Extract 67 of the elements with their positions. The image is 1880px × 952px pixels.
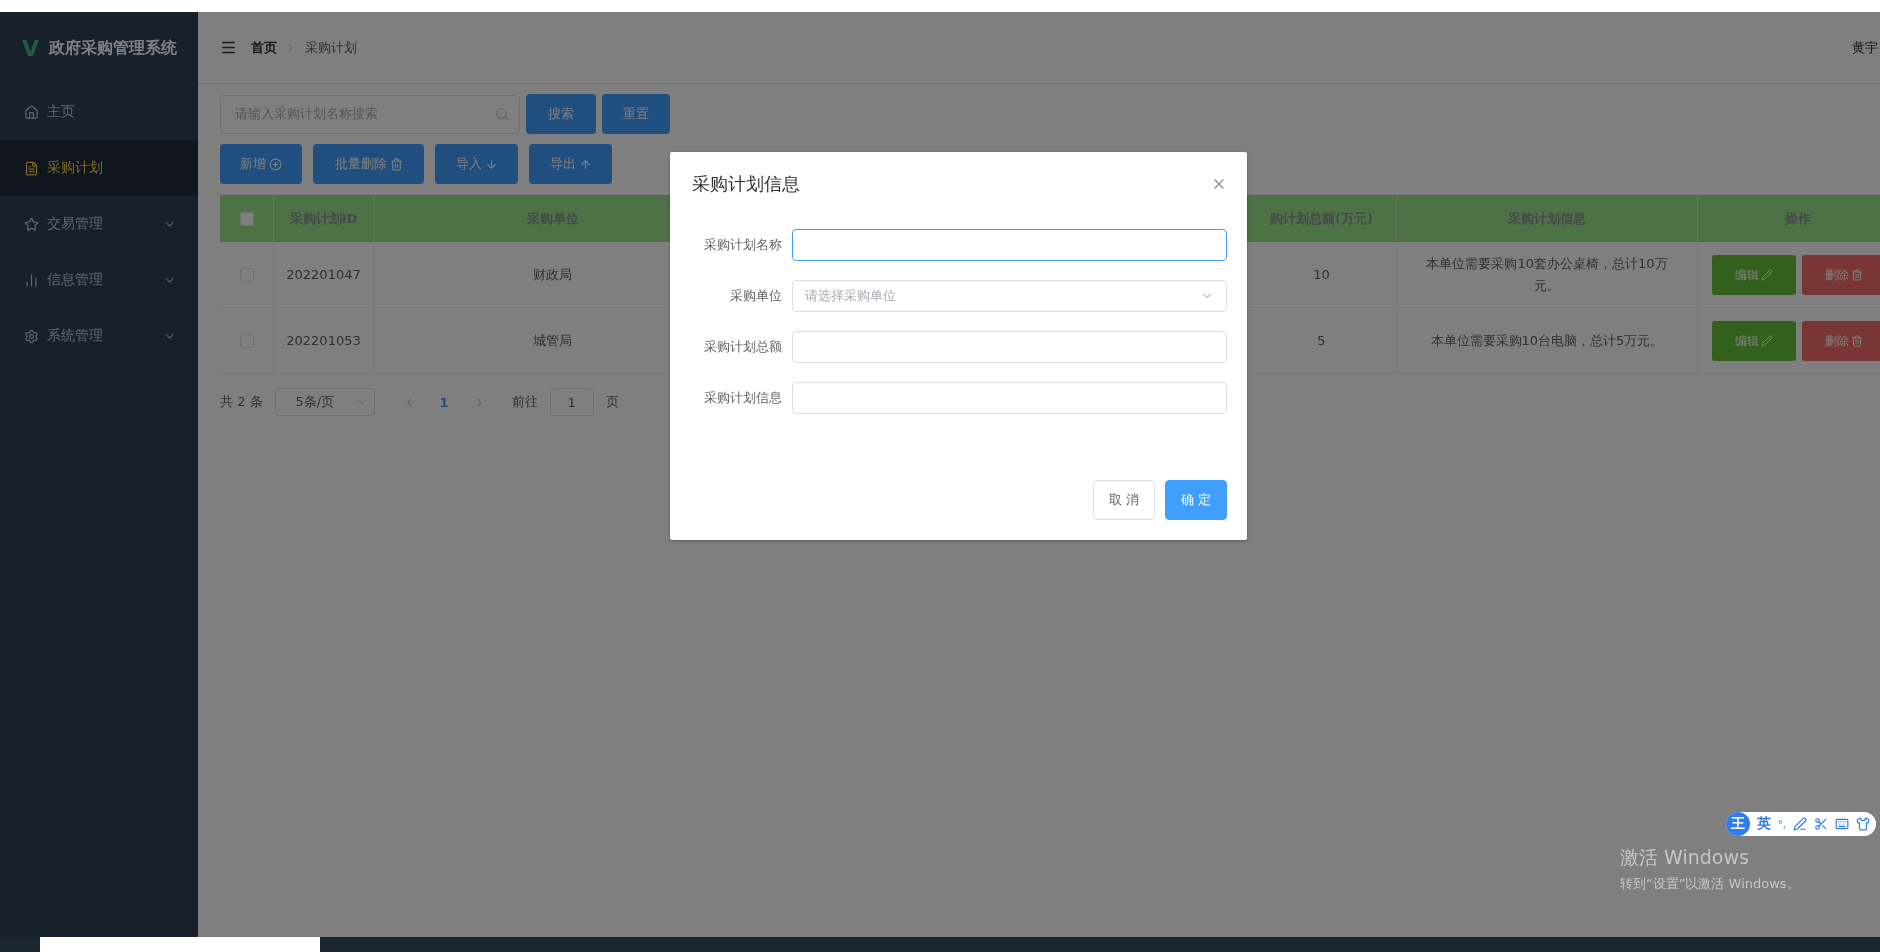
field-label: 采购计划信息 <box>703 389 782 407</box>
reset-button[interactable]: 重置 <box>602 94 670 134</box>
trash-icon <box>1851 268 1863 281</box>
sidebar-item[interactable]: 信息管理 <box>0 252 198 308</box>
import-button[interactable]: 导入 <box>435 144 518 184</box>
goto-label: 前往 <box>511 393 538 411</box>
logo: V <box>22 35 40 61</box>
plus-circle-icon <box>269 157 282 171</box>
add-button[interactable]: 新增 <box>220 144 302 184</box>
pencil-icon <box>1761 268 1773 281</box>
punctuation-toggle[interactable]: °, <box>1777 818 1786 830</box>
export-button[interactable]: 导出 <box>529 144 612 184</box>
trash-icon <box>1851 334 1863 347</box>
arrow-down-icon <box>484 157 498 171</box>
keyboard-icon[interactable] <box>1835 817 1849 831</box>
search-icon <box>495 107 509 121</box>
batch-delete-button[interactable]: 批量删除 <box>313 144 424 184</box>
trash-icon <box>389 157 403 171</box>
page-size-select[interactable]: 5条/页 <box>274 388 375 416</box>
sidebar-item[interactable]: 交易管理 <box>0 196 198 252</box>
sidebar-item[interactable]: 系统管理 <box>0 308 198 364</box>
shirt-icon[interactable] <box>1856 817 1870 831</box>
pencil-icon <box>1761 334 1773 347</box>
edit-button[interactable]: 编辑 <box>1712 320 1796 361</box>
scissors-icon[interactable] <box>1814 817 1828 831</box>
menu-icon[interactable] <box>220 39 237 56</box>
pen-icon[interactable] <box>1793 817 1807 831</box>
page-number[interactable]: 1 <box>427 394 461 410</box>
arrow-up-icon <box>578 157 592 171</box>
select-field[interactable]: 请选择采购单位 <box>792 280 1227 312</box>
delete-button[interactable]: 删除 <box>1802 254 1880 295</box>
page-input[interactable]: 1 <box>549 388 594 416</box>
table-cell-text: 财政局 <box>533 265 572 284</box>
page-suffix: 页 <box>605 393 619 411</box>
table-cell-text: 202201047 <box>286 265 361 284</box>
confirm-button[interactable]: 确 定 <box>1165 480 1227 520</box>
activation-title: 激活 Windows <box>1620 845 1750 870</box>
total-count: 共 2 条 <box>220 393 263 411</box>
checkbox[interactable] <box>239 211 254 226</box>
delete-button[interactable]: 删除 <box>1802 320 1880 361</box>
table-cell-text: 202201053 <box>286 331 361 350</box>
field-label: 采购计划总额 <box>703 338 782 356</box>
edit-button[interactable]: 编辑 <box>1712 254 1796 295</box>
breadcrumb-item[interactable]: 首页 <box>251 38 277 57</box>
cancel-button[interactable]: 取 消 <box>1093 480 1155 520</box>
breadcrumb-item: 采购计划 <box>305 38 357 57</box>
table-cell-text: 本单位需要采购10套办公桌椅，总计10万元。 <box>1425 254 1669 295</box>
bar-chart-icon <box>24 272 39 288</box>
document-icon <box>24 160 39 176</box>
table-cell-text: 城管局 <box>533 331 572 350</box>
sidebar-item[interactable]: 采购计划 <box>0 140 198 196</box>
home-icon <box>24 104 39 120</box>
search-button[interactable]: 搜索 <box>526 94 596 134</box>
table-cell-text: 10 <box>1313 265 1330 284</box>
input-field[interactable] <box>792 229 1227 261</box>
activation-message: 转到“设置”以激活 Windows。 <box>1620 875 1800 893</box>
star-icon <box>24 216 39 232</box>
table-cell-text: 5 <box>1317 331 1326 350</box>
ime-mode[interactable]: 英 <box>1756 815 1771 833</box>
user-name[interactable]: 黄宇 <box>1852 38 1878 57</box>
table-cell-text: 本单位需要采购10台电脑，总计5万元。 <box>1430 331 1664 350</box>
app-title: 政府采购管理系统 <box>49 37 178 59</box>
settings-icon <box>24 328 39 344</box>
dialog-title: 采购计划信息 <box>692 172 800 196</box>
taskbar-search-field[interactable] <box>40 937 320 952</box>
sidebar-item[interactable]: 主页 <box>0 84 198 140</box>
field-label: 采购单位 <box>729 287 782 305</box>
